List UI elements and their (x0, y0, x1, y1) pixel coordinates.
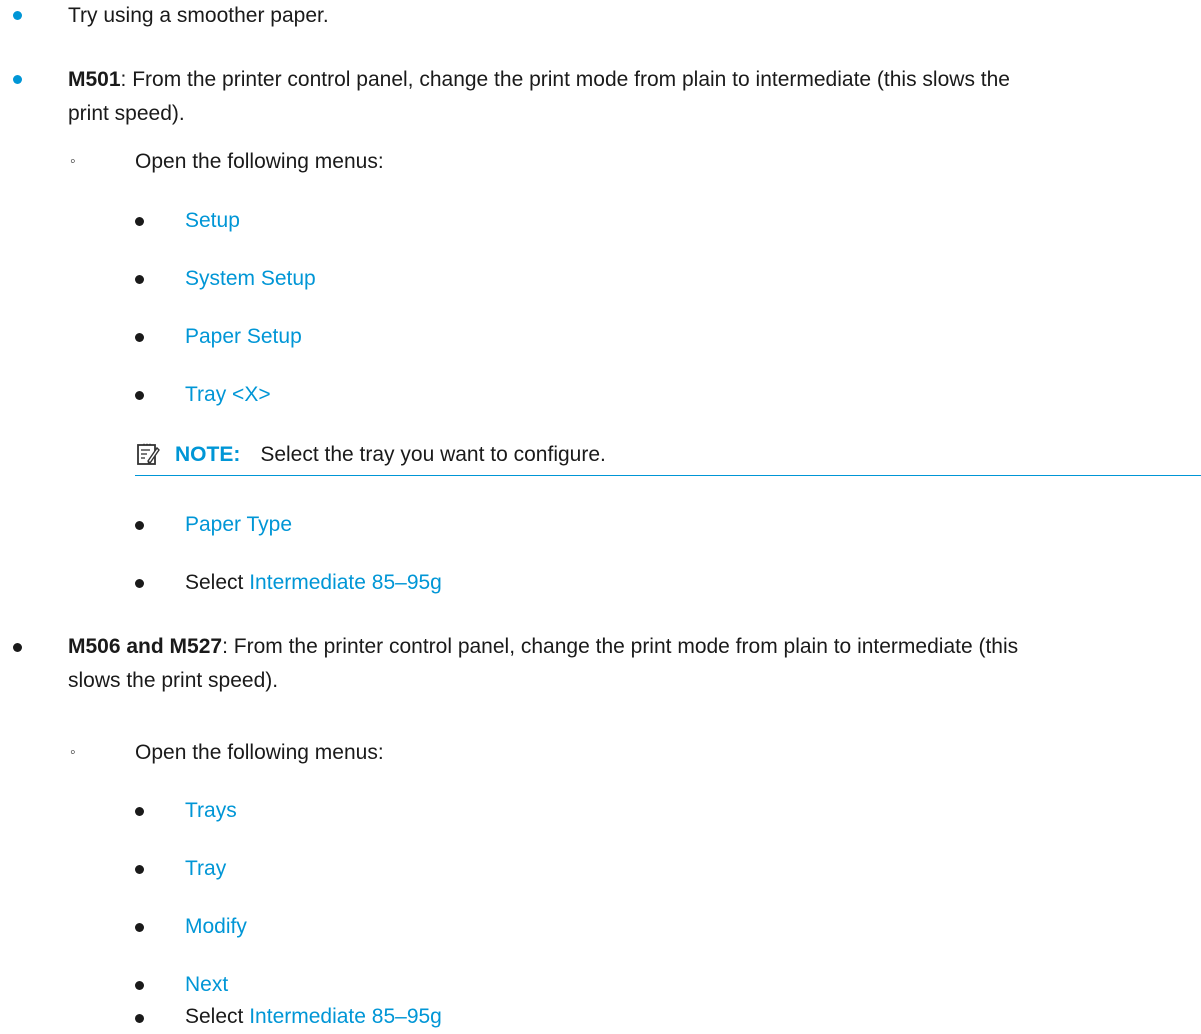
list-item-m506-m527: M506 and M527: From the printer control … (68, 630, 1018, 664)
menu-bullet (135, 579, 144, 588)
menu-item-paper-setup[interactable]: Paper Setup (185, 320, 302, 354)
note-pencil-icon (137, 443, 160, 465)
select-instruction: Select Intermediate 85–95g (185, 566, 442, 600)
menu-bullet (135, 1014, 144, 1023)
menu-item-trays[interactable]: Trays (185, 794, 237, 828)
model-label: M506 and M527 (68, 635, 223, 658)
select-prefix: Select (185, 1005, 244, 1028)
menu-item-system-setup[interactable]: System Setup (185, 262, 316, 296)
open-menus-label: Open the following menus: (135, 150, 384, 173)
note-label: NOTE: (175, 443, 241, 466)
menu-item-tray[interactable]: Tray (185, 852, 226, 886)
menu-bullet (135, 217, 144, 226)
menu-item-next[interactable]: Next (185, 968, 228, 1002)
list-bullet (13, 75, 22, 84)
list-item-text: Try using a smoother paper. (68, 4, 329, 27)
menu-item-setup[interactable]: Setup (185, 204, 240, 238)
instruction-text: : From the printer control panel, change… (222, 635, 1019, 658)
menu-item-modify[interactable]: Modify (185, 910, 247, 944)
menu-bullet (135, 865, 144, 874)
note: NOTE: Select the tray you want to configu… (175, 438, 606, 472)
open-menus-label: Open the following menus: (135, 741, 384, 764)
select-prefix: Select (185, 571, 244, 594)
menu-item-paper-type[interactable]: Paper Type (185, 508, 292, 542)
select-instruction: Select Intermediate 85–95g (185, 1000, 442, 1034)
menu-bullet (135, 807, 144, 816)
instruction-text-continued: slows the print speed). (68, 669, 279, 692)
menu-item-intermediate[interactable]: Intermediate 85–95g (249, 571, 442, 594)
list-bullet (13, 11, 22, 20)
instruction-text-continued: print speed). (68, 102, 185, 125)
menu-bullet (135, 923, 144, 932)
instruction-text: : From the printer control panel, change… (120, 68, 1010, 91)
list-item-m501: M501: From the printer control panel, ch… (68, 63, 1010, 97)
menu-bullet (135, 981, 144, 990)
note-divider (135, 475, 1201, 476)
model-label: M501 (68, 68, 121, 91)
note-text: Select the tray you want to configure. (260, 443, 606, 466)
list-bullet (13, 643, 22, 652)
menu-bullet (135, 275, 144, 284)
sublist-bullet: ◦ (70, 744, 76, 761)
menu-item-intermediate[interactable]: Intermediate 85–95g (249, 1005, 442, 1028)
menu-item-tray-x[interactable]: Tray <X> (185, 378, 271, 412)
menu-bullet (135, 333, 144, 342)
sublist-bullet: ◦ (70, 153, 76, 170)
menu-bullet (135, 391, 144, 400)
menu-bullet (135, 521, 144, 530)
